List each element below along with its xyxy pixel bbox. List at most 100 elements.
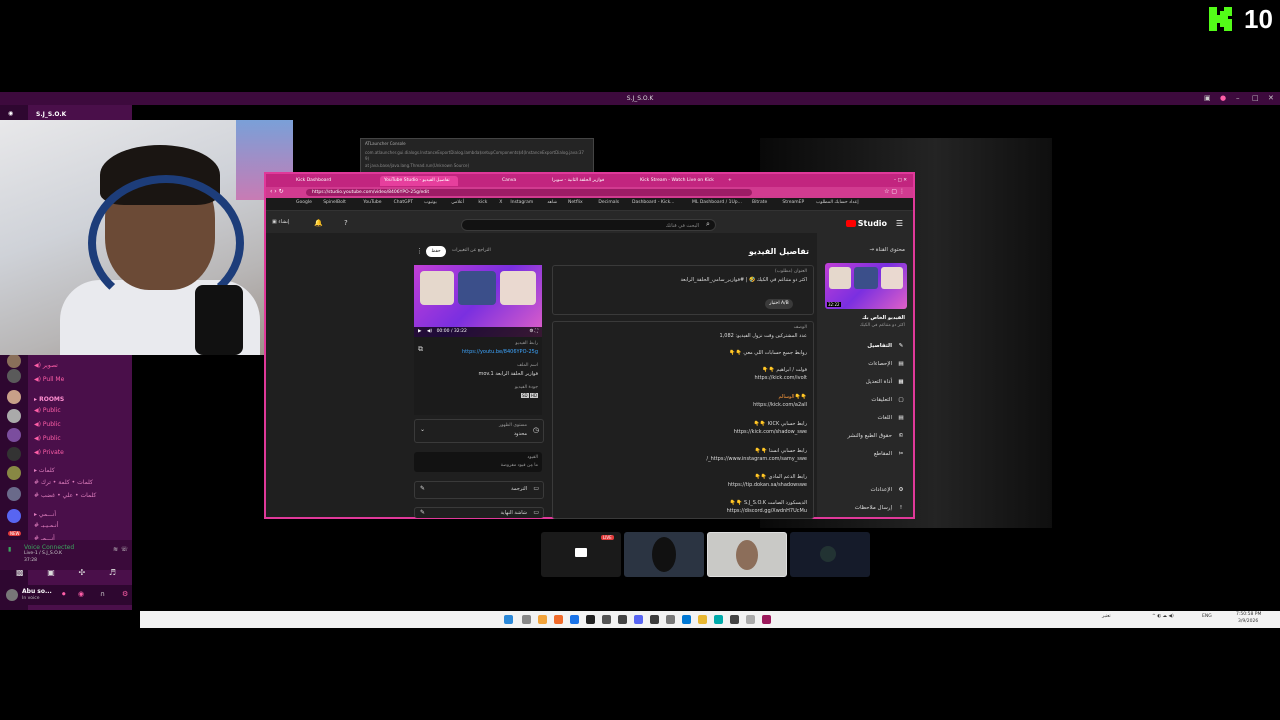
app-icon[interactable] <box>746 615 755 624</box>
bookmark-item[interactable]: شاهد <box>547 200 557 205</box>
help-circle-icon[interactable]: ? <box>344 219 348 227</box>
new-tab-icon[interactable]: + <box>724 176 736 186</box>
extensions-icon[interactable]: ☆ ▢ ⋮ <box>884 188 905 195</box>
more-options-icon[interactable]: ⋮ <box>416 247 423 255</box>
participant-tile[interactable] <box>624 532 704 577</box>
undo-changes-button[interactable]: التراجع عن التغييرات <box>452 248 491 253</box>
mic-mute-icon[interactable]: ◉ <box>78 590 84 598</box>
channel-item[interactable]: ◀) Public <box>34 435 61 442</box>
nav-languages[interactable]: اللغات ▤ <box>877 415 905 421</box>
participant-tile-active[interactable] <box>707 532 787 577</box>
channel-item[interactable]: # كلمات • علي • غضب <box>34 492 96 499</box>
create-button[interactable]: ▣ إنشاء <box>272 219 289 225</box>
sidebar-video-thumbnail[interactable]: 32:22 <box>825 263 907 309</box>
app-icon[interactable] <box>586 615 595 624</box>
description-link[interactable]: https://tip.dokan.sa/shadowswe <box>728 482 807 488</box>
bookmark-item[interactable]: أعلامي <box>451 200 464 205</box>
discord-home-icon[interactable]: ◉ <box>8 110 13 117</box>
subtitles-row[interactable]: ✎ الترجمة ▭ <box>414 481 544 499</box>
screen-share-icon[interactable]: ▣ <box>47 568 55 577</box>
server-icon[interactable] <box>7 390 21 404</box>
video-link[interactable]: https://youtu.be/8406YPO-25g <box>462 349 538 355</box>
channel-item[interactable]: # كلمات • كلمة • ترك <box>34 479 93 486</box>
edit-pencil-icon[interactable]: ✎ <box>420 509 425 516</box>
inbox-icon[interactable]: ▣ <box>1204 94 1212 102</box>
channel-category[interactable]: ▸ ROOMS <box>34 396 64 403</box>
disconnect-icon[interactable]: ☏ <box>120 546 128 553</box>
microphone-icon[interactable]: ⏺ <box>62 590 66 599</box>
app-icon[interactable] <box>762 615 771 624</box>
camera-icon[interactable]: ▩ <box>16 568 24 577</box>
server-icon[interactable] <box>7 509 21 523</box>
activity-icon[interactable]: ✣ <box>78 568 85 577</box>
app-icon[interactable] <box>602 615 611 624</box>
nav-buttons-icon[interactable]: ‹ › ↻ <box>270 188 284 195</box>
language-indicator[interactable]: ENG <box>1202 614 1212 619</box>
minimize-icon[interactable]: – <box>1236 94 1244 102</box>
soundboard-icon[interactable]: ♬ <box>109 568 116 577</box>
window-controls[interactable]: – □ ✕ <box>890 176 911 186</box>
bookmark-item[interactable]: X <box>499 200 502 205</box>
voice-channel[interactable]: Live-1 / S.J_S.O.K <box>24 551 62 556</box>
bookmark-item[interactable]: YouTube <box>363 200 381 205</box>
bookmark-item[interactable]: SpinelBolt <box>323 200 346 205</box>
title-field[interactable]: العنوان (مطلوب) اكثر دو متناغم في الكيك … <box>552 265 814 315</box>
description-link[interactable]: https://kick.com/shadow_swe <box>734 429 807 435</box>
nav-editor[interactable]: أداة التعديل ▦ <box>866 379 905 385</box>
bookmark-item[interactable]: ML Dashboard / 1Up... <box>692 200 742 205</box>
url-input[interactable]: https://studio.youtube.com/video/8406YPO… <box>306 189 752 196</box>
visibility-select[interactable]: مستوى الظهور محدود ◷ ⌄ <box>414 419 544 443</box>
server-icon[interactable] <box>7 466 21 480</box>
folder-icon[interactable] <box>698 615 707 624</box>
browser-tab-active[interactable]: YouTube Studio - تفاصيل الفيديو <box>380 176 458 186</box>
bookmark-item[interactable]: Netflix <box>568 200 583 205</box>
avatar[interactable] <box>6 589 18 601</box>
menu-icon[interactable]: ☰ <box>896 219 903 228</box>
app-icon[interactable] <box>570 615 579 624</box>
studio-logo[interactable]: Studio ☰ <box>845 219 903 228</box>
browser-tab[interactable]: فوازير الحلقة الثانية - سوبرا <box>548 176 636 186</box>
edge-icon[interactable] <box>714 615 723 624</box>
play-icon[interactable]: ▶ <box>418 329 421 334</box>
headphones-icon[interactable]: ∩ <box>100 590 105 598</box>
clock-time[interactable]: 7:50:58 PM <box>1236 612 1261 617</box>
start-icon[interactable] <box>504 615 513 624</box>
server-icon[interactable] <box>7 428 21 442</box>
bookmark-item[interactable]: Instagram <box>510 200 533 205</box>
bookmark-item[interactable]: Google <box>296 200 312 205</box>
weather-widget[interactable]: تعتبر <box>1102 614 1111 619</box>
server-icon[interactable] <box>7 409 21 423</box>
arrow-back-icon[interactable]: → <box>869 247 874 253</box>
channel-item[interactable]: # أنـمـيـبـ <box>34 522 58 529</box>
tray-icons[interactable]: ^ ◐ ☁ ◀) <box>1152 614 1174 619</box>
app-icon[interactable] <box>538 615 547 624</box>
channel-item[interactable]: ◀) Public <box>34 407 61 414</box>
video-preview[interactable]: ▶ ◀) 00:00 / 32:22 ⚙ ⛶ <box>414 265 542 337</box>
server-icon[interactable] <box>7 354 21 368</box>
nav-details[interactable]: التفاصيل ✎ <box>867 343 905 349</box>
ab-test-button[interactable]: اختبار A/B <box>765 299 793 309</box>
bookmark-item[interactable]: StreamEP <box>782 200 804 205</box>
description-link[interactable]: https://www.instagram.com/samy_swe_/ <box>706 456 807 462</box>
bookmark-item[interactable]: Bitrate <box>752 200 767 205</box>
bookmark-item[interactable]: إعداد حسابك المطلوب <box>816 200 859 205</box>
description-link[interactable]: https://kick.com/a2all <box>753 402 807 408</box>
nav-comments[interactable]: التعليقات ▢ <box>871 397 905 403</box>
back-to-content[interactable]: محتوى القناة → <box>869 247 905 253</box>
app-icon[interactable] <box>650 615 659 624</box>
copy-icon[interactable]: ⧉ <box>418 345 423 354</box>
bookmark-item[interactable]: kick <box>478 200 487 205</box>
app-icon[interactable] <box>682 615 691 624</box>
nav-clips[interactable]: المقاطع ✂ <box>874 451 905 457</box>
channel-item[interactable]: ◀) Public <box>34 421 61 428</box>
nav-settings[interactable]: الإعدادات ⚙ <box>870 487 905 493</box>
bookmark-item[interactable]: يوتيوب <box>424 200 437 205</box>
app-icon[interactable] <box>666 615 675 624</box>
description-link[interactable]: https://kick.com/ivolt <box>754 375 807 381</box>
title-value[interactable]: اكثر دو متناغم في الكيك 🤣 | #فوازير_سامي… <box>567 277 807 283</box>
bookmark-item[interactable]: Dashboard - Kick... <box>632 200 674 205</box>
browser-tab[interactable]: Canva <box>498 176 542 186</box>
server-name[interactable]: S.J_S.O.K <box>36 111 66 118</box>
description-link[interactable]: https://discord.gg/XwdnH7UcMu <box>727 508 807 514</box>
server-icon[interactable] <box>7 447 21 461</box>
